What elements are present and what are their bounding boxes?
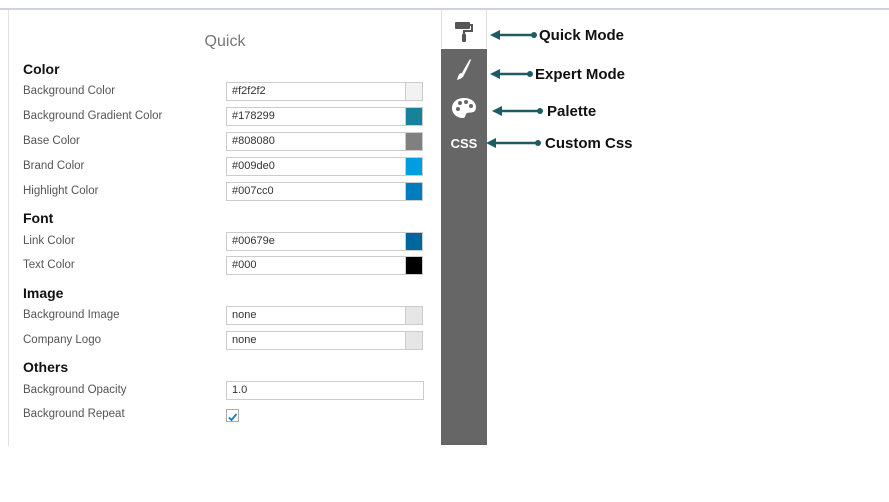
arrow-palette: [492, 106, 543, 116]
highlight-color-label: Highlight Color: [23, 185, 99, 197]
text-color-input[interactable]: #000: [226, 256, 406, 275]
section-others: Others: [23, 359, 69, 375]
background-gradient-color-swatch[interactable]: [405, 107, 423, 126]
annotation-quick-mode: Quick Mode: [539, 27, 625, 44]
link-color-swatch[interactable]: [405, 232, 423, 251]
background-image-input[interactable]: none: [226, 306, 406, 325]
background-repeat-label: Background Repeat: [23, 408, 125, 420]
company-logo-label: Company Logo: [23, 334, 101, 346]
background-gradient-color-label: Background Gradient Color: [23, 110, 163, 122]
background-opacity-label: Background Opacity: [23, 384, 127, 396]
link-color-label: Link Color: [23, 235, 75, 247]
brand-color-input[interactable]: #009de0: [226, 157, 406, 176]
annotation-custom-css: Custom Css: [545, 135, 633, 152]
background-image-label: Background Image: [23, 309, 120, 321]
text-color-label: Text Color: [23, 259, 75, 271]
background-gradient-color-input[interactable]: #178299: [226, 107, 406, 126]
highlight-color-swatch[interactable]: [405, 182, 423, 201]
brush-icon: [457, 59, 471, 80]
annotation-palette: Palette: [547, 103, 597, 120]
base-color-input[interactable]: #808080: [226, 132, 406, 151]
section-image: Image: [23, 285, 64, 301]
background-color-swatch[interactable]: [405, 82, 423, 101]
tab-quick-mode[interactable]: [441, 18, 487, 46]
paint-roller-icon: [455, 22, 473, 42]
arrow-expert-mode: [490, 69, 533, 79]
base-color-label: Base Color: [23, 135, 80, 147]
checkmark-icon: [228, 413, 238, 422]
annotation-expert-mode: Expert Mode: [535, 66, 626, 83]
section-font: Font: [23, 210, 54, 226]
panel-title: Quick: [204, 33, 246, 50]
background-color-input[interactable]: #f2f2f2: [226, 82, 406, 101]
background-opacity-input[interactable]: 1.0: [226, 381, 424, 400]
company-logo-input[interactable]: none: [226, 331, 406, 350]
link-color-input[interactable]: #00679e: [226, 232, 406, 251]
tab-palette[interactable]: [441, 94, 487, 122]
company-logo-picker[interactable]: [405, 331, 423, 350]
arrow-quick-mode: [490, 30, 537, 40]
tab-custom-css[interactable]: CSS: [441, 132, 487, 154]
text-color-swatch[interactable]: [405, 256, 423, 275]
highlight-color-input[interactable]: #007cc0: [226, 182, 406, 201]
arrow-custom-css: [486, 138, 541, 148]
css-icon: CSS: [450, 135, 478, 151]
palette-icon: [452, 98, 476, 118]
section-color: Color: [23, 61, 60, 77]
background-color-label: Background Color: [23, 85, 116, 97]
brand-color-label: Brand Color: [23, 160, 85, 172]
tab-expert-mode[interactable]: [441, 56, 487, 84]
base-color-swatch[interactable]: [405, 132, 423, 151]
brand-color-swatch[interactable]: [405, 157, 423, 176]
background-repeat-checkbox[interactable]: [226, 409, 239, 422]
background-image-picker[interactable]: [405, 306, 423, 325]
